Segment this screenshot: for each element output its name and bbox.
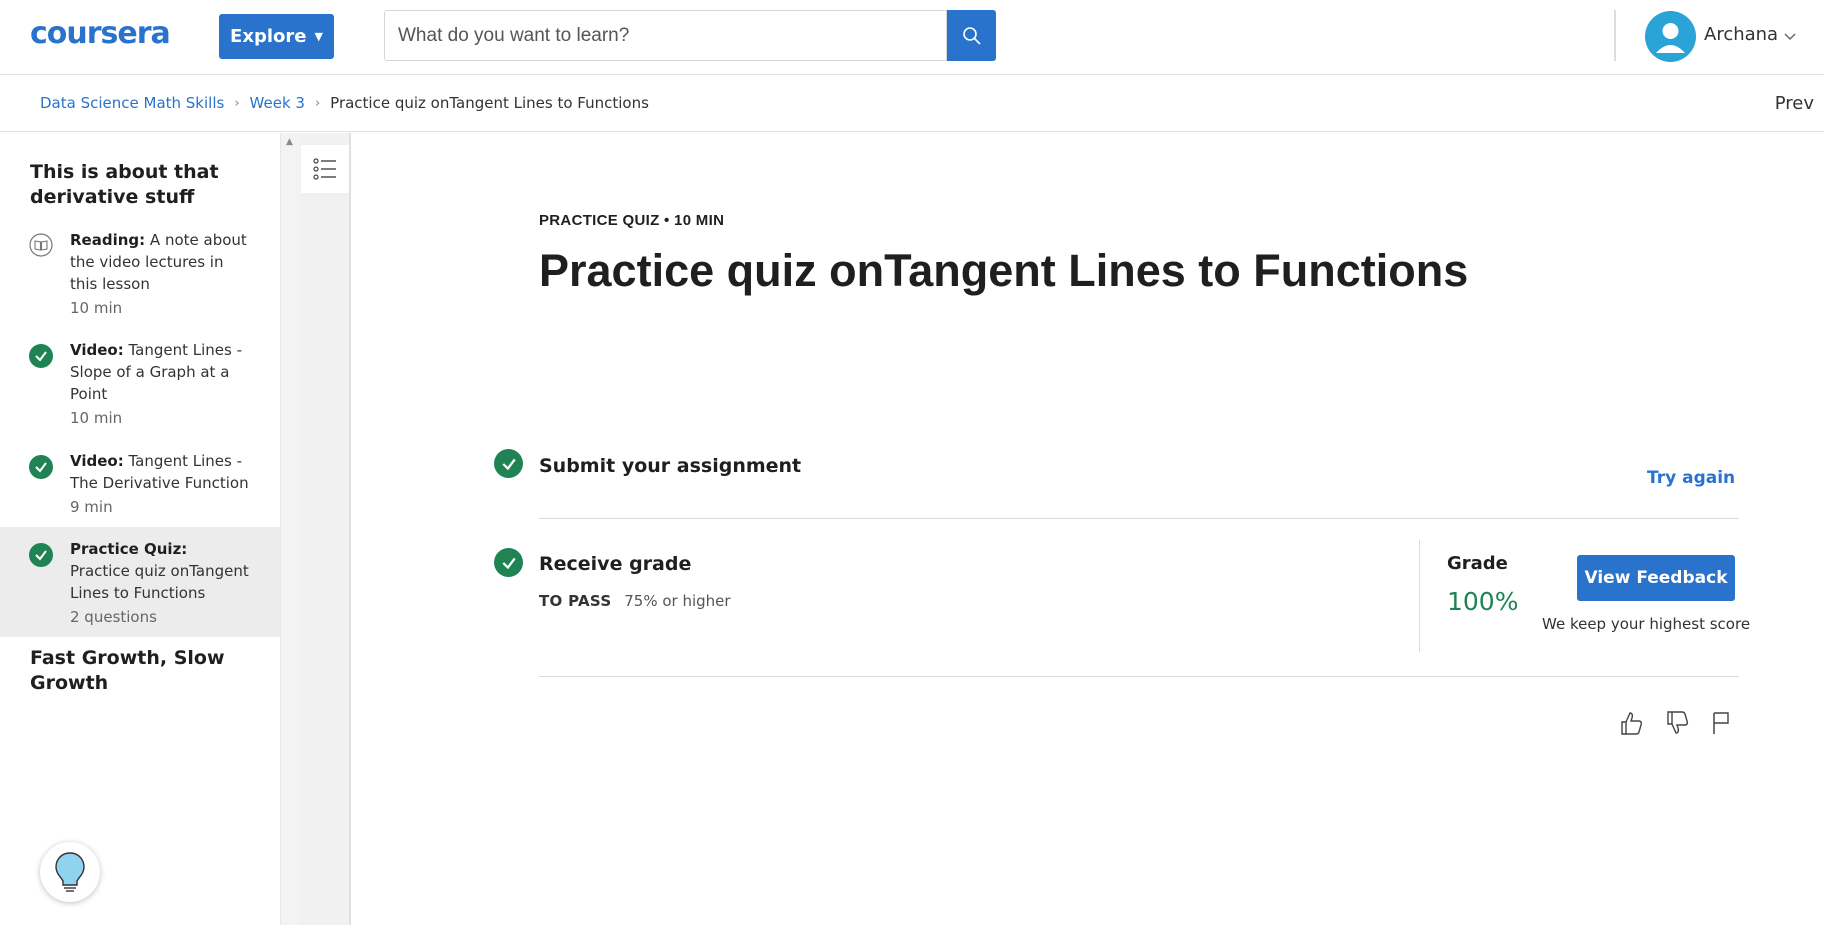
tool-rail: [300, 133, 351, 925]
search-button[interactable]: [947, 10, 996, 61]
breadcrumb-current: Practice quiz onTangent Lines to Functio…: [330, 94, 649, 112]
item-kicker: PRACTICE QUIZ • 10 MIN: [539, 212, 725, 229]
chevron-down-icon[interactable]: [1783, 30, 1797, 44]
submit-step-title: Submit your assignment: [539, 455, 802, 477]
sidebar-item-video-2[interactable]: Video: Tangent Lines - The Derivative Fu…: [0, 448, 280, 526]
lesson-sidebar: This is about that derivative stuff Read…: [0, 133, 280, 925]
check-icon: [494, 449, 523, 478]
item-title: Practice quiz onTangent Lines to Functio…: [70, 562, 249, 602]
view-feedback-button[interactable]: View Feedback: [1577, 555, 1735, 601]
section-title: This is about that derivative stuff: [30, 161, 219, 208]
page-title: Practice quiz onTangent Lines to Functio…: [539, 245, 1469, 296]
item-type: Reading:: [70, 231, 146, 249]
coursera-logo[interactable]: coursera: [30, 16, 171, 51]
to-pass-value: 75% or higher: [624, 592, 731, 610]
check-icon: [29, 455, 53, 479]
top-navigation: coursera Explore ▼ Archana: [0, 0, 1824, 75]
explore-button[interactable]: Explore ▼: [219, 14, 334, 59]
try-again-link[interactable]: Try again: [1647, 468, 1735, 488]
check-icon: [494, 548, 523, 577]
grade-value: 100%: [1447, 587, 1519, 616]
thumbs-up-icon[interactable]: [1619, 710, 1643, 736]
explore-label: Explore: [230, 26, 307, 47]
passing-requirement: TO PASS 75% or higher: [539, 592, 731, 610]
prev-link[interactable]: Prev: [1775, 93, 1814, 114]
avatar[interactable]: [1645, 11, 1696, 62]
item-duration: 10 min: [70, 299, 123, 317]
user-icon: [1656, 23, 1685, 53]
scroll-up-icon[interactable]: ▲: [286, 137, 293, 147]
divider: [539, 676, 1739, 677]
book-icon: [29, 233, 53, 257]
header-divider: [1614, 10, 1616, 61]
breadcrumb: Data Science Math Skills › Week 3 › Prac…: [0, 75, 1824, 132]
item-question-count: 2 questions: [70, 608, 157, 626]
breadcrumb-separator-icon: ›: [314, 95, 321, 111]
help-button[interactable]: [40, 842, 100, 902]
grade-label: Grade: [1447, 553, 1508, 574]
sidebar-item-practice-quiz[interactable]: Practice Quiz: Practice quiz onTangent L…: [0, 527, 280, 637]
to-pass-label: TO PASS: [539, 592, 612, 610]
item-type: Video:: [70, 341, 124, 359]
item-duration: 9 min: [70, 498, 113, 516]
list-icon: [313, 158, 336, 180]
divider: [539, 518, 1739, 519]
breadcrumb-separator-icon: ›: [234, 95, 240, 111]
feedback-actions: [1619, 710, 1735, 736]
section-title[interactable]: Fast Growth, Slow Growth: [30, 646, 240, 696]
divider: [1419, 540, 1420, 652]
thumbs-down-icon[interactable]: [1665, 710, 1689, 736]
search-icon: [962, 26, 981, 45]
lightbulb-icon: [55, 852, 85, 892]
sidebar-item-reading[interactable]: Reading: A note about the video lectures…: [0, 226, 280, 326]
sidebar-scrollbar[interactable]: ▲: [280, 133, 300, 925]
search-field[interactable]: [384, 10, 947, 61]
chevron-down-icon: ▼: [314, 30, 323, 43]
sidebar-item-video-1[interactable]: Video: Tangent Lines - Slope of a Graph …: [0, 337, 280, 437]
breadcrumb-week[interactable]: Week 3: [250, 94, 305, 112]
breadcrumb-course[interactable]: Data Science Math Skills: [40, 94, 224, 112]
receive-grade-title: Receive grade: [539, 553, 692, 575]
flag-icon[interactable]: [1711, 710, 1735, 736]
item-type: Practice Quiz:: [70, 540, 188, 558]
search-input[interactable]: [398, 24, 946, 47]
check-icon: [29, 543, 53, 567]
user-name[interactable]: Archana: [1704, 24, 1778, 45]
item-type: Video:: [70, 452, 124, 470]
highest-score-note: We keep your highest score: [1542, 615, 1751, 633]
check-icon: [29, 344, 53, 368]
item-duration: 10 min: [70, 409, 123, 427]
table-of-contents-button[interactable]: [301, 145, 349, 193]
